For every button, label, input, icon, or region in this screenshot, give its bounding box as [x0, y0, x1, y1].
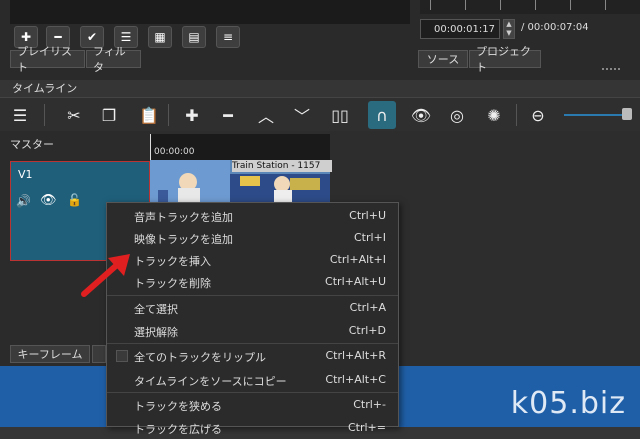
master-label: マスター [10, 138, 54, 151]
paste-icon[interactable]: 📋 [135, 101, 163, 129]
menu-item-select-all[interactable]: 全て選択 Ctrl+A [107, 297, 398, 319]
lift-icon[interactable]: ︿ [252, 101, 280, 129]
menu-item-ripple-all-tracks[interactable]: 全てのトラックをリップル Ctrl+Alt+R [107, 345, 398, 367]
zoom-slider-handle[interactable] [622, 108, 632, 120]
hide-icon[interactable]: 👁 [40, 193, 57, 208]
timeline-toolbar: ☰ ✂ ❐ 📋 ✚ ━ ︿ ﹀ ▯▯ ∩ 👁 ◎ ✺ ⊖ [0, 97, 640, 133]
append-icon[interactable]: ✚ [178, 101, 206, 129]
resize-grip-icon[interactable] [602, 68, 620, 74]
time-spinner[interactable]: ▲ ▼ [503, 19, 515, 39]
scrub-icon[interactable]: 👁 [407, 101, 435, 129]
menu-item-add-video-track[interactable]: 映像トラックを追加 Ctrl+I [107, 227, 398, 249]
zoom-slider[interactable] [564, 114, 624, 116]
tab-source[interactable]: ソース [418, 50, 468, 68]
menu-item-insert-track[interactable]: トラックを挿入 Ctrl+Alt+I [107, 249, 398, 271]
overwrite-icon[interactable]: ﹀ [288, 101, 316, 129]
tab-project[interactable]: プロジェクト [469, 45, 541, 74]
tab-filter[interactable]: フィルタ [86, 45, 141, 74]
menu-item-make-tracks-taller[interactable]: トラックを広げる Ctrl+= [107, 417, 398, 439]
ripple-icon[interactable]: ◎ [443, 101, 471, 129]
lock-icon[interactable]: 🔓 [67, 193, 82, 207]
timeline-menu-icon[interactable]: ☰ [6, 101, 34, 129]
player-ruler[interactable] [420, 0, 640, 14]
menu-item-add-audio-track[interactable]: 音声トラックを追加 Ctrl+U [107, 205, 398, 227]
playhead[interactable] [150, 134, 151, 160]
zoom-out-icon[interactable]: ⊖ [524, 101, 552, 129]
split-icon[interactable]: ▯▯ [326, 101, 354, 129]
tab-keyframe[interactable]: キーフレーム [10, 345, 90, 363]
ripple-delete-icon[interactable]: ━ [214, 101, 242, 129]
menu-icon[interactable]: ≡ [216, 26, 240, 48]
context-menu: 音声トラックを追加 Ctrl+U 映像トラックを追加 Ctrl+I トラックを挿入 C… [106, 202, 399, 436]
checkbox-icon[interactable] [116, 350, 128, 362]
clip-title: Train Station - 1157 [232, 160, 332, 172]
ripple-all-icon[interactable]: ✺ [480, 101, 508, 129]
copy-icon[interactable]: ❐ [95, 101, 123, 129]
detail-view-icon[interactable]: ▤ [182, 26, 206, 48]
player-strip [10, 0, 410, 24]
watermark: k05.biz [510, 386, 626, 421]
current-time-field[interactable]: 00:00:01:17 [420, 19, 500, 39]
menu-item-select-none[interactable]: 選択解除 Ctrl+D [107, 320, 398, 342]
red-arrow-annotation [81, 254, 130, 297]
mute-icon[interactable]: 🔊 [16, 194, 31, 208]
menu-item-make-tracks-shorter[interactable]: トラックを狭める Ctrl+- [107, 394, 398, 416]
snap-icon[interactable]: ∩ [368, 101, 396, 129]
timecode-label: 00:00:00 [154, 147, 195, 157]
menu-item-remove-track[interactable]: トラックを削除 Ctrl+Alt+U [107, 271, 398, 293]
grid-view-icon[interactable]: ▦ [148, 26, 172, 48]
track-v1-label: V1 [18, 168, 33, 181]
tab-next[interactable] [92, 345, 106, 363]
total-time: / 00:00:07:04 [521, 22, 589, 33]
menu-item-copy-timeline-to-source[interactable]: タイムラインをソースにコピー Ctrl+Alt+C [107, 369, 398, 391]
timeline-title: タイムライン [12, 82, 78, 95]
cut-icon[interactable]: ✂ [60, 101, 88, 129]
tab-playlist[interactable]: プレイリスト [10, 45, 85, 74]
